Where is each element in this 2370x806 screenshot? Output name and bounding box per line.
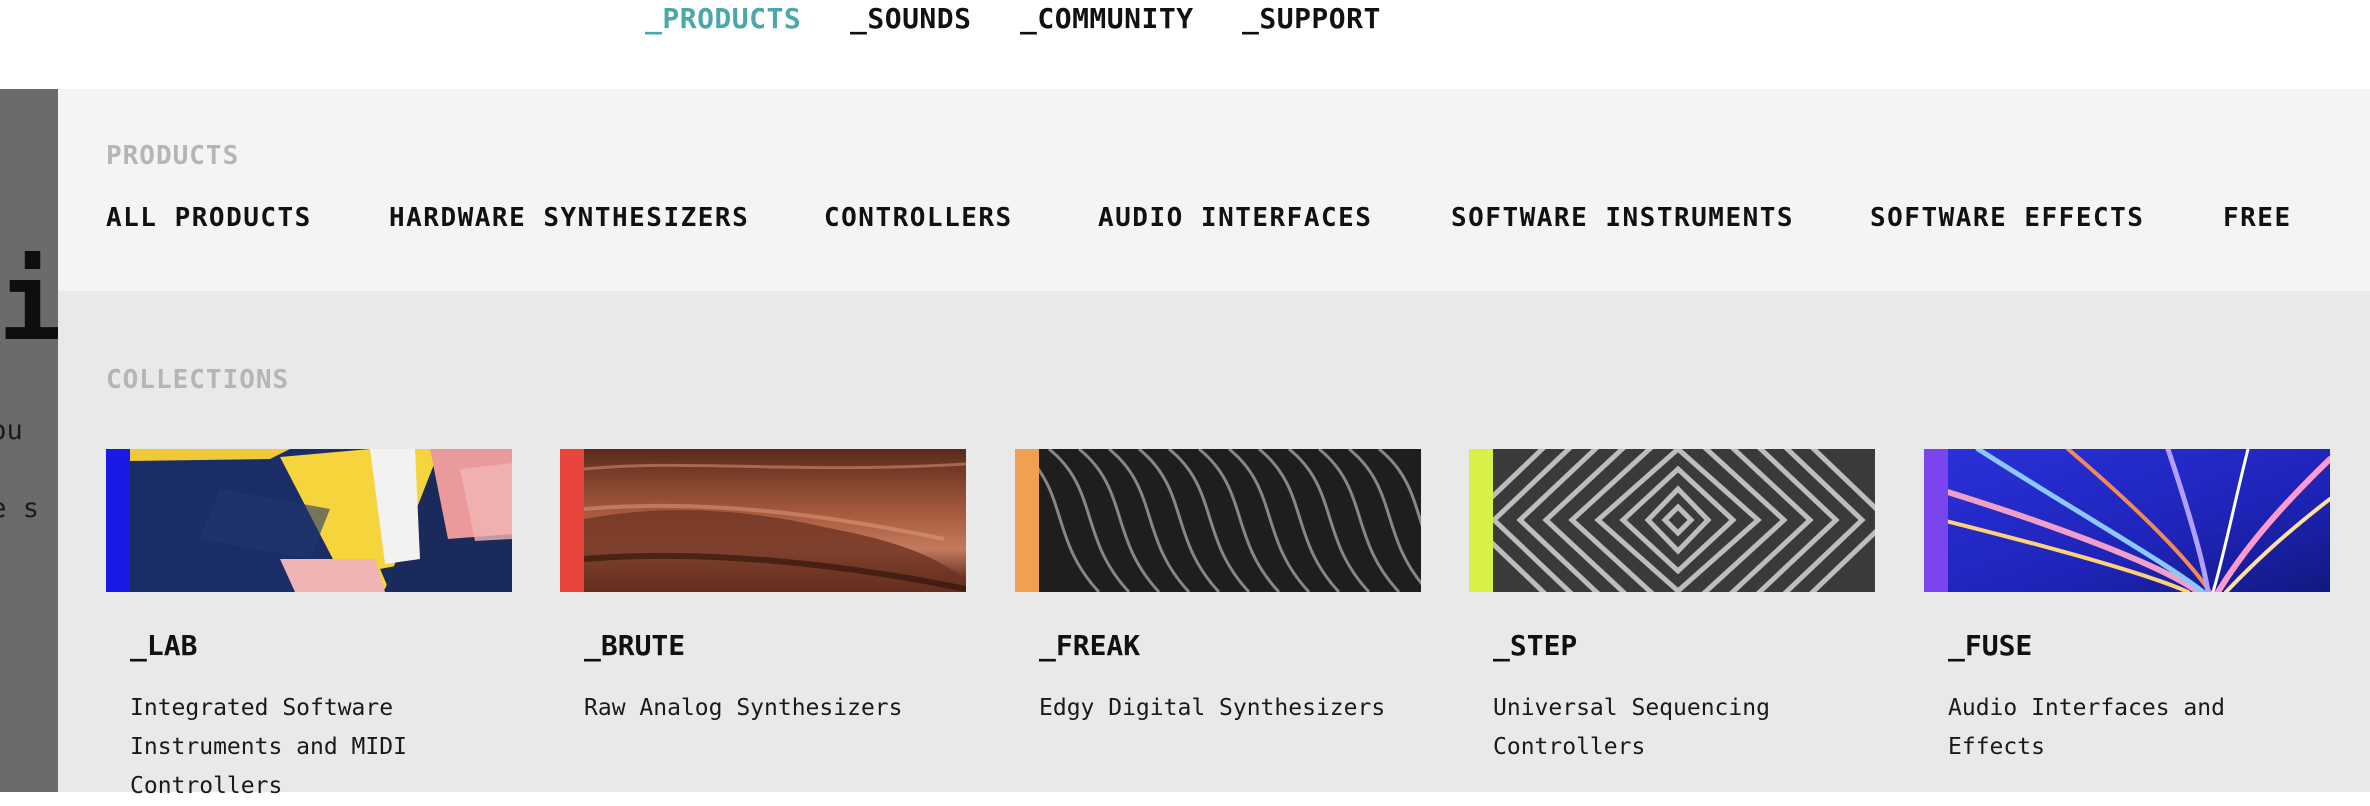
collection-description: Audio Interfaces and Effects: [1948, 695, 2225, 760]
collection-card-lab[interactable]: _LAB Integrated Software Instruments and…: [106, 449, 512, 799]
top-navigation: _PRODUCTS _SOUNDS _COMMUNITY _SUPPORT: [0, 0, 2370, 89]
category-controllers[interactable]: CONTROLLERS: [824, 203, 1013, 233]
collection-accent-bar: [1924, 449, 1948, 592]
background-text-line: you: [0, 415, 23, 446]
products-mega-menu: PRODUCTS ALL PRODUCTS HARDWARE SYNTHESIZ…: [58, 89, 2370, 799]
collection-card-freak[interactable]: _FREAK Edgy Digital Synthesizers: [1015, 449, 1421, 792]
category-hardware-synthesizers[interactable]: HARDWARE SYNTHESIZERS: [389, 203, 749, 233]
category-all-products[interactable]: ALL PRODUCTS: [106, 203, 312, 233]
collection-accent-bar: [106, 449, 130, 592]
nav-support[interactable]: _SUPPORT: [1242, 2, 1381, 35]
collection-description: Universal Sequencing Controllers: [1493, 695, 1770, 760]
collection-accent-bar: [1015, 449, 1039, 592]
freak-artwork: [1039, 449, 1421, 592]
collection-accent-bar: [1469, 449, 1493, 592]
products-category-band: PRODUCTS ALL PRODUCTS HARDWARE SYNTHESIZ…: [58, 89, 2370, 291]
category-audio-interfaces[interactable]: AUDIO INTERFACES: [1098, 203, 1372, 233]
category-free[interactable]: FREE: [2223, 203, 2292, 233]
background-heading: i: [0, 240, 58, 365]
collection-card-fuse[interactable]: _FUSE Audio Interfaces and Effects: [1924, 449, 2330, 792]
collection-title: _BRUTE: [584, 629, 686, 662]
nav-products[interactable]: _PRODUCTS: [645, 2, 801, 35]
fuse-artwork: [1948, 449, 2330, 592]
collection-image: [1469, 449, 1875, 592]
collection-title: _FREAK: [1039, 629, 1141, 662]
step-artwork: [1493, 449, 1875, 592]
brute-artwork: [584, 449, 966, 592]
collection-description: Edgy Digital Synthesizers: [1039, 695, 1386, 721]
nav-community[interactable]: _COMMUNITY: [1020, 2, 1194, 35]
collections-section-label: COLLECTIONS: [106, 365, 290, 395]
collection-title: _FUSE: [1948, 629, 2033, 662]
nav-sounds[interactable]: _SOUNDS: [850, 2, 972, 35]
collection-description: Integrated Software Instruments and MIDI…: [130, 695, 407, 799]
background-page-overlay: i you ue s: [0, 89, 58, 792]
category-software-effects[interactable]: SOFTWARE EFFECTS: [1870, 203, 2144, 233]
collection-accent-bar: [560, 449, 584, 592]
collection-image: [560, 449, 966, 592]
collection-image: [1015, 449, 1421, 592]
collection-title: _LAB: [130, 629, 198, 662]
category-software-instruments[interactable]: SOFTWARE INSTRUMENTS: [1451, 203, 1794, 233]
collection-card-step[interactable]: _STEP Universal Sequencing Controllers: [1469, 449, 1875, 792]
lab-artwork: [130, 449, 512, 592]
products-section-label: PRODUCTS: [106, 141, 240, 171]
collection-card-brute[interactable]: _BRUTE Raw Analog Synthesizers: [560, 449, 966, 792]
background-text-line: ue s: [0, 493, 40, 524]
collection-image: [1924, 449, 2330, 592]
collection-title: _STEP: [1493, 629, 1578, 662]
collection-image: [106, 449, 512, 592]
collection-description: Raw Analog Synthesizers: [584, 695, 903, 721]
